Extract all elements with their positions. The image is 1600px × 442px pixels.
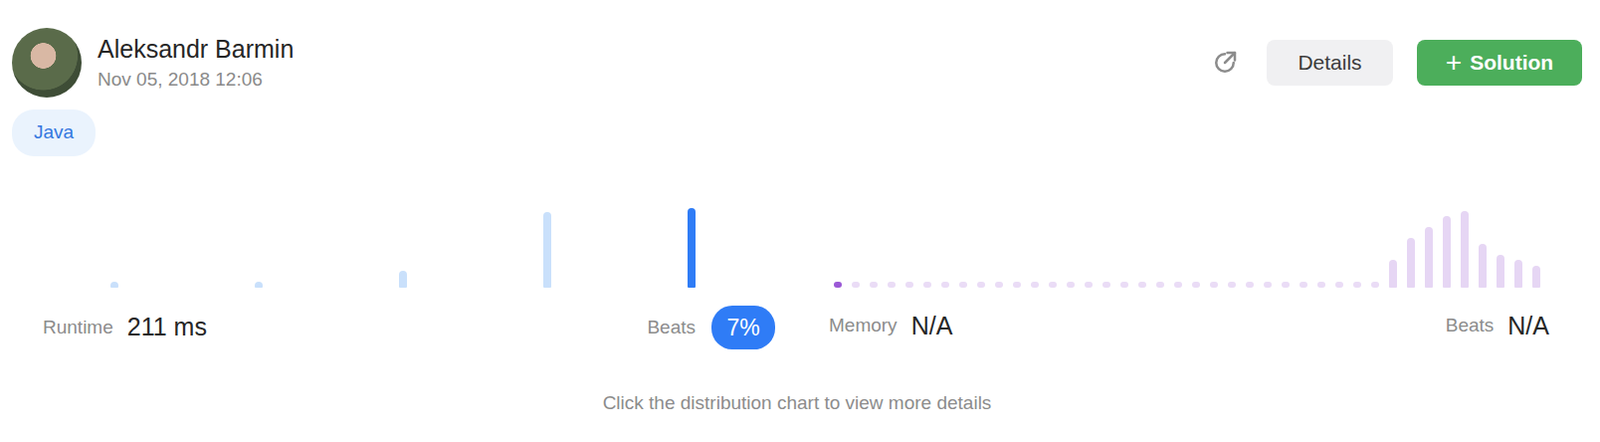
memory-bar[interactable] xyxy=(1496,254,1505,288)
beats-label: Beats xyxy=(1445,311,1495,341)
memory-dot[interactable] xyxy=(995,281,1003,288)
memory-dot[interactable] xyxy=(833,281,842,288)
memory-dot[interactable] xyxy=(1192,281,1200,288)
runtime-bar[interactable] xyxy=(687,207,696,288)
runtime-bar[interactable] xyxy=(543,211,552,288)
memory-bar[interactable] xyxy=(1442,215,1451,288)
user-info: Aleksandr Barmin Nov 05, 2018 12:06 xyxy=(97,33,294,93)
memory-dot[interactable] xyxy=(1227,281,1236,288)
memory-label: Memory xyxy=(828,311,898,341)
memory-panel: Memory N/A Beats N/A xyxy=(828,156,1583,351)
beats-label: Beats xyxy=(646,313,696,343)
memory-dot[interactable] xyxy=(1102,281,1111,288)
memory-dot[interactable] xyxy=(1263,281,1272,288)
memory-dot[interactable] xyxy=(1030,281,1039,288)
share-button[interactable] xyxy=(1206,44,1243,81)
memory-dot[interactable] xyxy=(905,281,914,288)
memory-beats-group: Beats N/A xyxy=(1445,307,1550,346)
user-name[interactable]: Aleksandr Barmin xyxy=(97,33,294,64)
memory-bar[interactable] xyxy=(1406,237,1415,288)
memory-dot[interactable] xyxy=(1245,281,1254,288)
distribution-charts: Runtime 211 ms Beats 7% Memory N/A Beats N/A xyxy=(11,156,1583,351)
memory-beats: N/A xyxy=(1507,307,1550,346)
details-button[interactable]: Details xyxy=(1266,39,1394,86)
chart-hint: Click the distribution chart to view mor… xyxy=(11,389,1583,418)
memory-dot[interactable] xyxy=(1209,281,1218,288)
memory-dot[interactable] xyxy=(923,281,932,288)
runtime-value: 211 ms xyxy=(127,308,207,347)
memory-dot[interactable] xyxy=(1371,281,1380,288)
share-icon xyxy=(1209,47,1240,78)
memory-dot[interactable] xyxy=(1156,281,1165,288)
plus-icon: + xyxy=(1445,48,1462,77)
runtime-beats-group: Beats 7% xyxy=(646,305,776,351)
memory-dot[interactable] xyxy=(1084,281,1093,288)
memory-value: N/A xyxy=(911,307,954,346)
memory-dot[interactable] xyxy=(1353,281,1362,288)
memory-dot[interactable] xyxy=(1066,281,1075,288)
memory-bar[interactable] xyxy=(1514,259,1523,288)
runtime-panel: Runtime 211 ms Beats 7% xyxy=(11,156,808,351)
memory-dot[interactable] xyxy=(1299,281,1308,288)
memory-bar[interactable] xyxy=(1389,259,1398,288)
memory-dot[interactable] xyxy=(1281,281,1290,288)
memory-dot[interactable] xyxy=(1120,281,1129,288)
memory-bar[interactable] xyxy=(1478,243,1487,288)
memory-dot[interactable] xyxy=(1335,281,1344,288)
memory-dot[interactable] xyxy=(977,281,986,288)
memory-dot[interactable] xyxy=(1048,281,1057,288)
memory-bar[interactable] xyxy=(1532,265,1541,288)
runtime-label: Runtime xyxy=(42,313,114,343)
memory-chart[interactable] xyxy=(828,162,1583,288)
memory-dot[interactable] xyxy=(851,281,860,288)
runtime-beats: 7% xyxy=(711,305,776,351)
header-actions: Details +Solution xyxy=(1206,39,1583,86)
memory-bar[interactable] xyxy=(1460,210,1469,288)
runtime-bar[interactable] xyxy=(399,270,407,288)
memory-dot[interactable] xyxy=(887,281,896,288)
memory-dot[interactable] xyxy=(1012,281,1021,288)
memory-dot[interactable] xyxy=(1174,281,1183,288)
user-avatar[interactable] xyxy=(11,27,82,98)
language-tag: Java xyxy=(11,109,96,157)
language-row: Java xyxy=(11,97,1583,157)
submission-header: Aleksandr Barmin Nov 05, 2018 12:06 Detail… xyxy=(11,27,1583,98)
submission-date: Nov 05, 2018 12:06 xyxy=(97,67,294,93)
runtime-chart[interactable] xyxy=(11,162,808,288)
runtime-bar[interactable] xyxy=(254,281,263,288)
solution-button[interactable]: +Solution xyxy=(1416,39,1583,86)
memory-dot[interactable] xyxy=(1138,281,1147,288)
memory-dot[interactable] xyxy=(941,281,950,288)
runtime-value-group: Runtime 211 ms xyxy=(42,308,207,347)
memory-dot[interactable] xyxy=(869,281,878,288)
memory-dot[interactable] xyxy=(1317,281,1326,288)
memory-stats: Memory N/A Beats N/A xyxy=(828,305,1583,348)
solution-label: Solution xyxy=(1469,46,1554,79)
runtime-bar[interactable] xyxy=(110,281,119,288)
memory-value-group: Memory N/A xyxy=(828,307,953,346)
runtime-stats: Runtime 211 ms Beats 7% xyxy=(11,305,808,351)
memory-dot[interactable] xyxy=(959,281,968,288)
memory-bar[interactable] xyxy=(1424,226,1433,288)
